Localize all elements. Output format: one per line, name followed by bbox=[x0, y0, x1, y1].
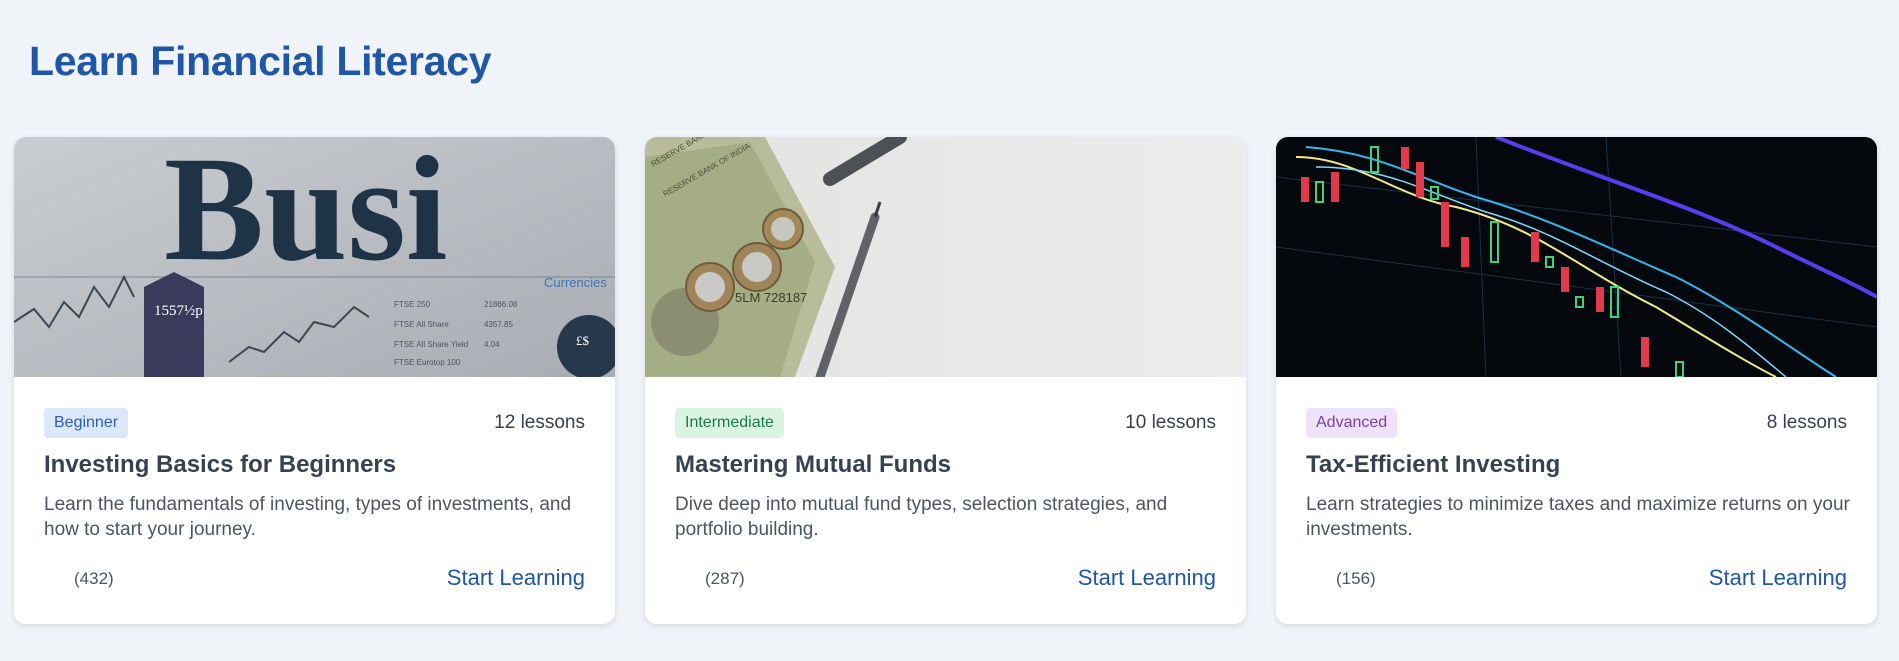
course-card-tax-efficient[interactable]: Advanced 8 lessons Tax-Efficient Investi… bbox=[1276, 137, 1877, 624]
lesson-count: 10 lessons bbox=[1125, 412, 1216, 433]
course-title[interactable]: Investing Basics for Beginners bbox=[44, 451, 396, 479]
star-icon bbox=[44, 570, 68, 588]
svg-text:1557½p: 1557½p bbox=[154, 303, 203, 319]
star-icon bbox=[1306, 570, 1330, 588]
course-card-investing-basics[interactable]: Busi 1557½p FTSE 250 FTSE All Share FTSE… bbox=[14, 137, 615, 624]
course-title[interactable]: Mastering Mutual Funds bbox=[675, 451, 951, 479]
start-learning-link[interactable]: Start Learning bbox=[1709, 565, 1847, 591]
candlestick-chart-image bbox=[1276, 137, 1877, 377]
lesson-count: 8 lessons bbox=[1766, 412, 1847, 433]
rating-count: (156) bbox=[1336, 569, 1376, 588]
svg-text:FTSE 250: FTSE 250 bbox=[394, 300, 431, 309]
newspaper-business-image: Busi 1557½p FTSE 250 FTSE All Share FTSE… bbox=[14, 137, 615, 377]
rating-count: (432) bbox=[74, 569, 114, 588]
svg-text:FTSE All Share: FTSE All Share bbox=[394, 320, 449, 329]
svg-text:FTSE All Share Yield: FTSE All Share Yield bbox=[394, 340, 468, 349]
course-card-list: Busi 1557½p FTSE 250 FTSE All Share FTSE… bbox=[14, 137, 1877, 624]
rating: (432) bbox=[44, 569, 114, 589]
page-title: Learn Financial Literacy bbox=[29, 38, 492, 84]
start-learning-link[interactable]: Start Learning bbox=[1078, 565, 1216, 591]
level-badge: Intermediate bbox=[675, 408, 784, 438]
svg-text:21866.08: 21866.08 bbox=[484, 300, 518, 309]
course-card-mutual-funds[interactable]: RESERVE BANK OF INDIA RESERVE BANK OF IN… bbox=[645, 137, 1246, 624]
star-icon bbox=[675, 570, 699, 588]
lesson-count: 12 lessons bbox=[494, 412, 585, 433]
level-badge: Beginner bbox=[44, 408, 129, 438]
svg-text:5LM 728187: 5LM 728187 bbox=[735, 290, 807, 305]
level-badge: Advanced bbox=[1306, 408, 1398, 438]
start-learning-link[interactable]: Start Learning bbox=[447, 565, 585, 591]
newspaper-headline: Busi bbox=[164, 137, 448, 292]
svg-text:4.04: 4.04 bbox=[484, 340, 500, 349]
svg-text:£$: £$ bbox=[576, 333, 590, 348]
svg-text:Currencies: Currencies bbox=[544, 275, 607, 290]
currency-coins-pen-image: RESERVE BANK OF INDIA RESERVE BANK OF IN… bbox=[645, 137, 1246, 377]
course-description: Learn the fundamentals of investing, typ… bbox=[44, 494, 572, 540]
rating: (156) bbox=[1306, 569, 1376, 589]
course-description: Dive deep into mutual fund types, select… bbox=[675, 494, 1168, 540]
rating-count: (287) bbox=[705, 569, 745, 588]
course-description: Learn strategies to minimize taxes and m… bbox=[1306, 494, 1850, 540]
rating: (287) bbox=[675, 569, 745, 589]
course-title[interactable]: Tax-Efficient Investing bbox=[1306, 451, 1560, 479]
svg-text:4357.85: 4357.85 bbox=[484, 320, 513, 329]
svg-text:FTSE Eurotop 100: FTSE Eurotop 100 bbox=[394, 358, 461, 367]
